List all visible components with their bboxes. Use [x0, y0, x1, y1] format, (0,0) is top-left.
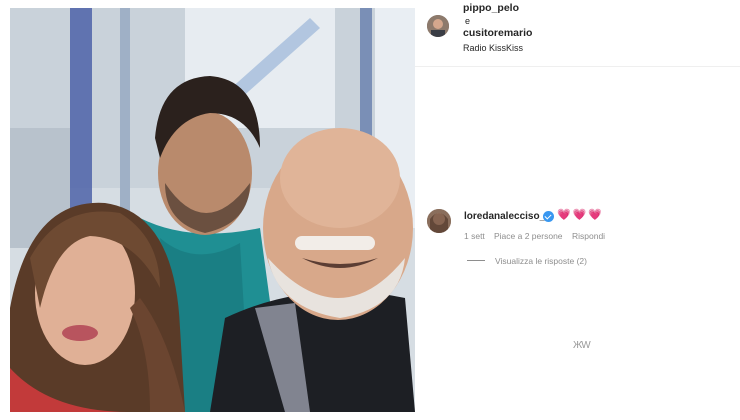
post-location[interactable]: Radio KissKiss: [463, 43, 523, 53]
post-header: pippo_pelo e cusitoremario Radio KissKis…: [415, 0, 740, 67]
comment-time: 1 sett: [464, 231, 485, 241]
selfie-image: [10, 8, 415, 412]
author-username[interactable]: pippo_pelo: [463, 2, 519, 14]
verified-badge-icon: [543, 211, 554, 222]
loading-scribble: ЖW: [573, 340, 591, 351]
comment-text: 💗💗💗: [557, 209, 605, 221]
view-replies-button[interactable]: Visualizza le risposte (2): [495, 256, 587, 266]
commenter-avatar[interactable]: [427, 209, 451, 233]
post-details-panel: pippo_pelo e cusitoremario Radio KissKis…: [415, 0, 740, 420]
comment-likes-link[interactable]: Piace a 2 persone: [494, 231, 563, 241]
coauthor-username[interactable]: cusitoremario: [463, 27, 532, 39]
author-separator: e: [465, 16, 471, 26]
commenter-avatar-image: [427, 209, 451, 233]
post-photo[interactable]: [10, 8, 415, 412]
commenter-username[interactable]: loredanalecciso_: [464, 211, 545, 222]
replies-divider: [467, 260, 485, 261]
author-avatar-image: [427, 15, 449, 37]
reply-button[interactable]: Rispondi: [572, 231, 605, 241]
author-avatar[interactable]: [427, 15, 449, 37]
